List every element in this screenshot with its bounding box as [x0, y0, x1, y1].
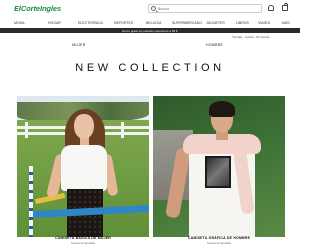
- tshirt-print: [205, 156, 231, 188]
- photo-jump-standard: [29, 166, 33, 237]
- model-face: [74, 114, 94, 139]
- category-item[interactable]: Electrónica: [78, 21, 103, 25]
- tile-subcaption-women: Nueva temporada: [71, 241, 95, 245]
- category-item[interactable]: Moda: [14, 21, 25, 25]
- category-item[interactable]: Belleza: [146, 21, 161, 25]
- user-icon[interactable]: [268, 5, 274, 11]
- bag-icon[interactable]: [282, 3, 288, 11]
- model-hair: [209, 101, 235, 117]
- category-item[interactable]: Juguetes: [206, 21, 225, 25]
- collection-tile-women[interactable]: [17, 96, 149, 237]
- promo-text[interactable]: Envío gratis en pedidos superiores a 50 …: [0, 29, 300, 33]
- search-box[interactable]: [148, 4, 262, 13]
- category-nav: Moda Hogar Electrónica Deportes Belleza …: [0, 19, 300, 28]
- page-title: NEW COLLECTION: [75, 62, 225, 74]
- utility-row: Tiendas · Ayuda · Mi cuenta: [0, 33, 300, 40]
- search-icon[interactable]: [151, 6, 156, 11]
- model-tshirt: [61, 145, 107, 191]
- category-item[interactable]: Deportes: [114, 21, 133, 25]
- category-item[interactable]: Libros: [236, 21, 249, 25]
- category-item[interactable]: Más: [282, 21, 290, 25]
- category-item[interactable]: Hogar: [48, 21, 61, 25]
- search-input[interactable]: [158, 5, 258, 12]
- section-link-men[interactable]: Hombre: [206, 43, 223, 47]
- collection-tile-men[interactable]: [153, 96, 285, 237]
- photo-fence-post: [121, 122, 124, 138]
- section-nav: Mujer Hombre: [0, 43, 300, 49]
- category-item[interactable]: Viajes: [258, 21, 270, 25]
- category-item[interactable]: Supermercado: [172, 21, 202, 25]
- section-link-women[interactable]: Mujer: [72, 43, 86, 47]
- utility-links[interactable]: Tiendas · Ayuda · Mi cuenta: [232, 35, 269, 39]
- header: ElCorteIngles: [0, 0, 300, 19]
- brand-logo[interactable]: ElCorteIngles: [14, 4, 61, 13]
- tile-caption-women[interactable]: Camiseta básica de mujer: [17, 236, 149, 240]
- page: ElCorteIngles Moda Hogar Electrónica Dep…: [0, 0, 300, 250]
- photo-fence-post: [25, 122, 28, 138]
- tile-caption-men[interactable]: Camiseta gráfica de hombre: [153, 236, 285, 240]
- tile-subcaption-men: Nueva temporada: [207, 241, 231, 245]
